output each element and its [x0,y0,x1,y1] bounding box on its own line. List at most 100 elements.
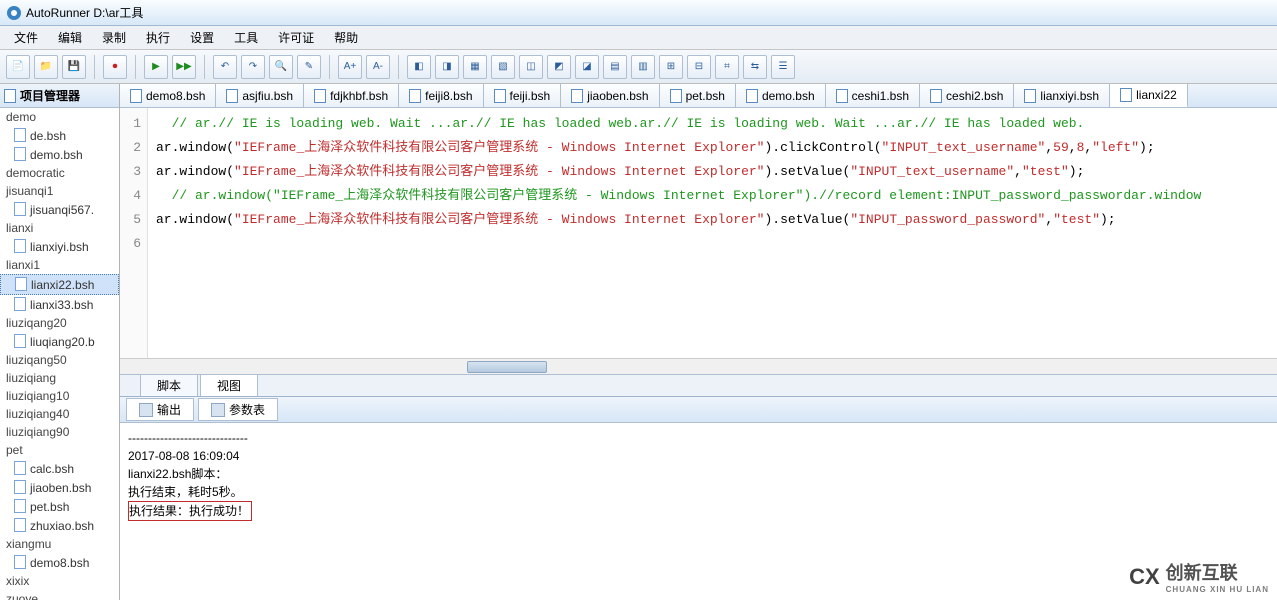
tree-file[interactable]: lianxi22.bsh [0,274,119,295]
editor-tab-label: ceshi1.bsh [852,89,909,103]
tree-file[interactable]: de.bsh [0,126,119,145]
tree-folder[interactable]: xixix [0,572,119,590]
redo-button[interactable]: ↷ [241,55,265,79]
tree-folder[interactable]: liuziqiang90 [0,423,119,441]
tree-file[interactable]: jiaoben.bsh [0,478,119,497]
tree-folder[interactable]: demo [0,108,119,126]
tree-file[interactable]: jisuanqi567. [0,200,119,219]
menu-设置[interactable]: 设置 [180,27,224,48]
view-tab[interactable]: 视图 [200,374,258,396]
tree-file[interactable]: lianxiyi.bsh [0,237,119,256]
editor-view-tabs: 脚本视图 [120,374,1277,396]
tool-icon[interactable]: ⇆ [743,55,767,79]
code-area[interactable]: // ar.// IE is loading web. Wait ...ar./… [148,108,1277,358]
code-editor[interactable]: 123456 // ar.// IE is loading web. Wait … [120,108,1277,358]
main-area: 项目管理器 demode.bshdemo.bshdemocraticjisuan… [0,84,1277,600]
toolbar: 📄 📁 💾 ⏺ ▶ ▶▶ ↶ ↷ 🔍 ✎ A+ A- ◧ ◨ ▦ ▧ ◫ ◩ ◪… [0,50,1277,84]
editor-tab[interactable]: ceshi1.bsh [826,84,920,107]
code-line[interactable]: ar.window("IEFrame_上海泽众软件科技有限公司客户管理系统 - … [156,136,1269,160]
menu-文件[interactable]: 文件 [4,27,48,48]
tree-file[interactable]: demo.bsh [0,145,119,164]
tree-folder[interactable]: jisuanqi1 [0,182,119,200]
tool-icon[interactable]: ☰ [771,55,795,79]
editor-tab[interactable]: fdjkhbf.bsh [304,84,399,107]
file-icon [409,89,421,103]
editor-tab[interactable]: demo8.bsh [120,84,216,107]
code-line[interactable]: ar.window("IEFrame_上海泽众软件科技有限公司客户管理系统 - … [156,208,1269,232]
editor-tab[interactable]: feiji8.bsh [399,84,483,107]
editor-tab[interactable]: feiji.bsh [484,84,562,107]
code-line[interactable]: ar.window("IEFrame_上海泽众软件科技有限公司客户管理系统 - … [156,160,1269,184]
tree-folder[interactable]: lianxi [0,219,119,237]
open-folder-button[interactable]: 📁 [34,55,58,79]
output-tab[interactable]: 参数表 [198,398,278,421]
tree-folder[interactable]: lianxi1 [0,256,119,274]
tree-folder[interactable]: zuoye [0,590,119,600]
tree-folder[interactable]: xiangmu [0,535,119,553]
menu-帮助[interactable]: 帮助 [324,27,368,48]
menu-许可证[interactable]: 许可证 [268,27,324,48]
output-body[interactable]: ------------------------------2017-08-08… [120,423,1277,600]
tool-icon[interactable]: ◩ [547,55,571,79]
tree-file[interactable]: demo8.bsh [0,553,119,572]
editor-horizontal-scrollbar[interactable] [120,358,1277,374]
tree-folder[interactable]: liuziqiang10 [0,387,119,405]
undo-button[interactable]: ↶ [213,55,237,79]
editor-tab[interactable]: lianxiyi.bsh [1014,84,1110,107]
tree-file[interactable]: liuqiang20.b [0,332,119,351]
tool-icon[interactable]: ◫ [519,55,543,79]
editor-tab[interactable]: ceshi2.bsh [920,84,1014,107]
tree-folder[interactable]: liuziqang50 [0,351,119,369]
output-line: ------------------------------ [128,429,1269,447]
menu-执行[interactable]: 执行 [136,27,180,48]
tool-icon[interactable]: ▥ [631,55,655,79]
tool-icon[interactable]: ▤ [603,55,627,79]
editor-tab-label: demo8.bsh [146,89,205,103]
tool-icon[interactable]: ◨ [435,55,459,79]
tool-icon[interactable]: ▦ [463,55,487,79]
tool-icon[interactable]: ◧ [407,55,431,79]
tool-icon[interactable]: ⌗ [715,55,739,79]
output-pane: 输出参数表 ------------------------------2017… [120,396,1277,600]
run-button[interactable]: ▶ [144,55,168,79]
tree-file[interactable]: zhuxiao.bsh [0,516,119,535]
code-line[interactable]: // ar.window("IEFrame_上海泽众软件科技有限公司客户管理系统… [156,184,1269,208]
editor-tab[interactable]: lianxi22 [1110,84,1188,107]
tree-folder[interactable]: liuziqiang [0,369,119,387]
editor-tab[interactable]: demo.bsh [736,84,826,107]
tree-file[interactable]: calc.bsh [0,459,119,478]
tree-folder[interactable]: liuziqang20 [0,314,119,332]
output-icon [139,403,153,417]
tool-icon[interactable]: ⊟ [687,55,711,79]
tool-icon[interactable]: ⊞ [659,55,683,79]
menu-工具[interactable]: 工具 [224,27,268,48]
view-tab[interactable]: 脚本 [140,374,198,396]
save-button[interactable]: 💾 [62,55,86,79]
tool-icon[interactable]: ▧ [491,55,515,79]
tree-folder[interactable]: democratic [0,164,119,182]
tree-file[interactable]: lianxi33.bsh [0,295,119,314]
output-tab[interactable]: 输出 [126,398,194,421]
tree-file[interactable]: pet.bsh [0,497,119,516]
menu-录制[interactable]: 录制 [92,27,136,48]
tree-folder[interactable]: pet [0,441,119,459]
run-forward-button[interactable]: ▶▶ [172,55,196,79]
highlight-button[interactable]: ✎ [297,55,321,79]
code-line[interactable]: // ar.// IE is loading web. Wait ...ar./… [156,112,1269,136]
editor-tab[interactable]: pet.bsh [660,84,736,107]
editor-tab[interactable]: asjfiu.bsh [216,84,304,107]
tool-icon[interactable]: ◪ [575,55,599,79]
scrollbar-thumb[interactable] [467,361,547,373]
font-increase-button[interactable]: A+ [338,55,362,79]
tree-folder[interactable]: liuziqiang40 [0,405,119,423]
find-button[interactable]: 🔍 [269,55,293,79]
file-icon [1024,89,1036,103]
editor-tab[interactable]: jiaoben.bsh [561,84,659,107]
new-file-button[interactable]: 📄 [6,55,30,79]
editor-tab-label: demo.bsh [762,89,815,103]
project-tree[interactable]: demode.bshdemo.bshdemocraticjisuanqi1jis… [0,108,119,600]
menu-编辑[interactable]: 编辑 [48,27,92,48]
font-decrease-button[interactable]: A- [366,55,390,79]
editor-tab-label: feiji8.bsh [425,89,472,103]
record-button[interactable]: ⏺ [103,55,127,79]
